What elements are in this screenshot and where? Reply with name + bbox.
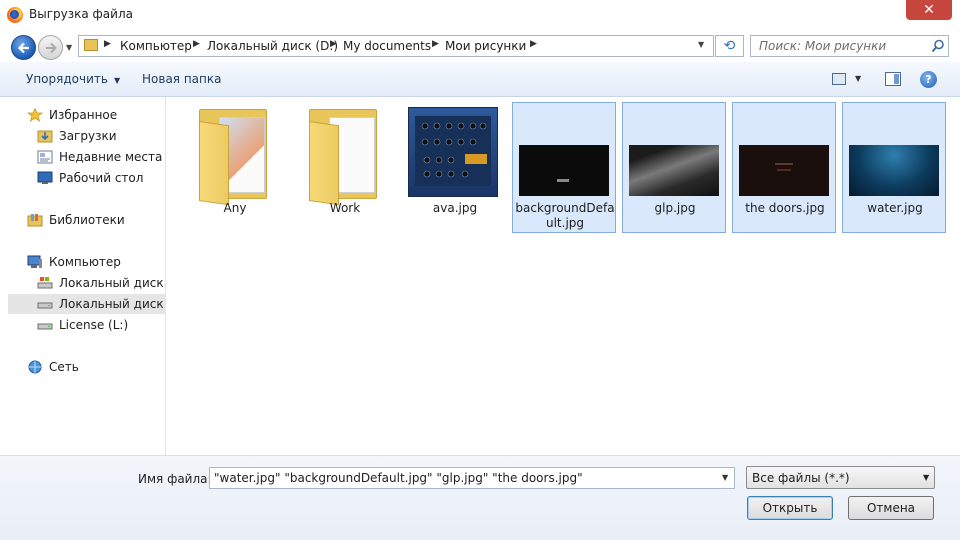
sidebar-item-favorites[interactable]: Избранное xyxy=(8,105,166,125)
back-button[interactable] xyxy=(11,35,36,60)
folder-icon xyxy=(84,39,98,51)
image-thumbnail xyxy=(849,145,939,196)
chevron-down-icon[interactable]: ▼ xyxy=(923,473,929,482)
folder-icon xyxy=(183,103,287,206)
network-icon xyxy=(28,360,42,374)
close-button[interactable]: ✕ xyxy=(906,0,952,20)
arrow-left-icon xyxy=(17,42,29,54)
address-box[interactable]: ▶ Компьютер ▶ Локальный диск (D:) ▶ My d… xyxy=(78,35,714,57)
system-drive-icon xyxy=(37,277,53,289)
change-view-icon[interactable] xyxy=(832,73,846,85)
chevron-down-icon: ▼ xyxy=(113,76,121,85)
breadcrumb-arrow-icon[interactable]: ▶ xyxy=(104,39,111,49)
refresh-icon: ⟲ xyxy=(723,38,736,54)
breadcrumb-disk-d[interactable]: Локальный диск (D:) xyxy=(207,39,338,53)
new-folder-button[interactable]: Новая папка xyxy=(142,72,221,86)
file-tile-folder-any[interactable]: Any xyxy=(182,102,286,233)
recent-pages-chevron-icon[interactable]: ▼ xyxy=(66,43,74,52)
sidebar-item-recent[interactable]: Недавние места xyxy=(18,147,176,167)
file-name: Work xyxy=(329,201,361,215)
breadcrumb-arrow-icon[interactable]: ▶ xyxy=(193,39,200,49)
file-tile-image-ava[interactable]: ava.jpg xyxy=(402,102,506,233)
address-history-chevron-icon[interactable]: ▼ xyxy=(698,40,704,49)
sidebar-item-license[interactable]: License (L:) xyxy=(18,315,176,335)
computer-icon xyxy=(27,255,42,268)
star-icon xyxy=(27,108,43,122)
sidebar-item-computer[interactable]: Компьютер xyxy=(8,252,166,272)
window-title: Выгрузка файла xyxy=(29,7,133,21)
firefox-icon xyxy=(7,7,23,23)
open-button[interactable]: Открыть xyxy=(747,496,833,520)
file-name: glp.jpg xyxy=(654,201,696,215)
desktop-icon xyxy=(37,171,53,184)
sidebar-item-disk-c[interactable]: Локальный диск (C xyxy=(18,273,176,293)
sidebar-item-network[interactable]: Сеть xyxy=(8,357,166,377)
search-input[interactable]: Поиск: Мои рисунки xyxy=(750,35,949,57)
cancel-button[interactable]: Отмена xyxy=(848,496,934,520)
breadcrumb-arrow-icon[interactable]: ▶ xyxy=(432,39,439,49)
file-name: backgroundDefault.jpg xyxy=(515,201,615,230)
file-list: Any Work ava.jpg backgroundDefault.jpg g… xyxy=(167,97,960,455)
search-placeholder: Поиск: Мои рисунки xyxy=(759,39,887,53)
drive-icon xyxy=(37,323,53,330)
file-name: Any xyxy=(223,201,247,215)
navigation-pane: Избранное Загрузки Недавние места Рабочи… xyxy=(8,97,176,455)
preview-pane-icon[interactable] xyxy=(885,72,901,86)
help-icon[interactable]: ? xyxy=(920,71,937,88)
command-bar: Упорядочить ▼ Новая папка xyxy=(0,62,960,97)
file-tile-image-glp[interactable]: glp.jpg xyxy=(622,102,726,233)
breadcrumb-arrow-icon[interactable]: ▶ xyxy=(530,39,537,49)
file-name: the doors.jpg xyxy=(745,201,825,215)
title-bar: Выгрузка файла ✕ xyxy=(0,0,960,30)
image-thumbnail xyxy=(408,107,498,197)
search-icon xyxy=(931,39,944,53)
file-tile-image-the-doors[interactable]: the doors.jpg xyxy=(732,102,836,233)
filename-label: Имя файла: xyxy=(138,472,212,486)
dialog-footer: Имя файла: "water.jpg" "backgroundDefaul… xyxy=(0,455,960,540)
breadcrumb-my-documents[interactable]: My documents xyxy=(343,39,431,53)
filetype-select[interactable]: Все файлы (*.*) xyxy=(746,466,935,489)
organize-button[interactable]: Упорядочить ▼ xyxy=(26,72,120,86)
filename-history-chevron-icon[interactable]: ▼ xyxy=(722,473,728,482)
arrow-right-icon xyxy=(46,42,57,54)
file-tile-image-water[interactable]: water.jpg xyxy=(842,102,946,233)
image-thumbnail xyxy=(739,145,829,196)
drive-icon xyxy=(37,302,53,309)
refresh-button[interactable]: ⟲ xyxy=(715,35,744,57)
file-name: ava.jpg xyxy=(432,201,478,215)
recent-places-icon xyxy=(37,150,53,164)
file-name: water.jpg xyxy=(867,201,923,215)
folder-icon xyxy=(293,103,397,206)
sidebar-item-disk-d[interactable]: Локальный диск (D xyxy=(8,294,166,314)
image-thumbnail xyxy=(629,145,719,196)
file-tile-folder-work[interactable]: Work xyxy=(292,102,396,233)
libraries-icon xyxy=(27,214,43,227)
image-thumbnail xyxy=(519,145,609,196)
breadcrumb-my-pictures[interactable]: Мои рисунки xyxy=(445,39,526,53)
sidebar-item-desktop[interactable]: Рабочий стол xyxy=(18,168,176,188)
downloads-folder-icon xyxy=(37,130,53,143)
sidebar-item-libraries[interactable]: Библиотеки xyxy=(8,210,166,230)
breadcrumb-arrow-icon[interactable]: ▶ xyxy=(330,39,337,49)
file-tile-image-background-default[interactable]: backgroundDefault.jpg xyxy=(512,102,616,233)
sidebar-item-downloads[interactable]: Загрузки xyxy=(18,126,176,146)
forward-button[interactable] xyxy=(38,35,63,60)
view-options-chevron-icon[interactable]: ▼ xyxy=(855,74,861,83)
breadcrumb-computer[interactable]: Компьютер xyxy=(120,39,192,53)
filename-input[interactable]: "water.jpg" "backgroundDefault.jpg" "glp… xyxy=(209,467,735,489)
